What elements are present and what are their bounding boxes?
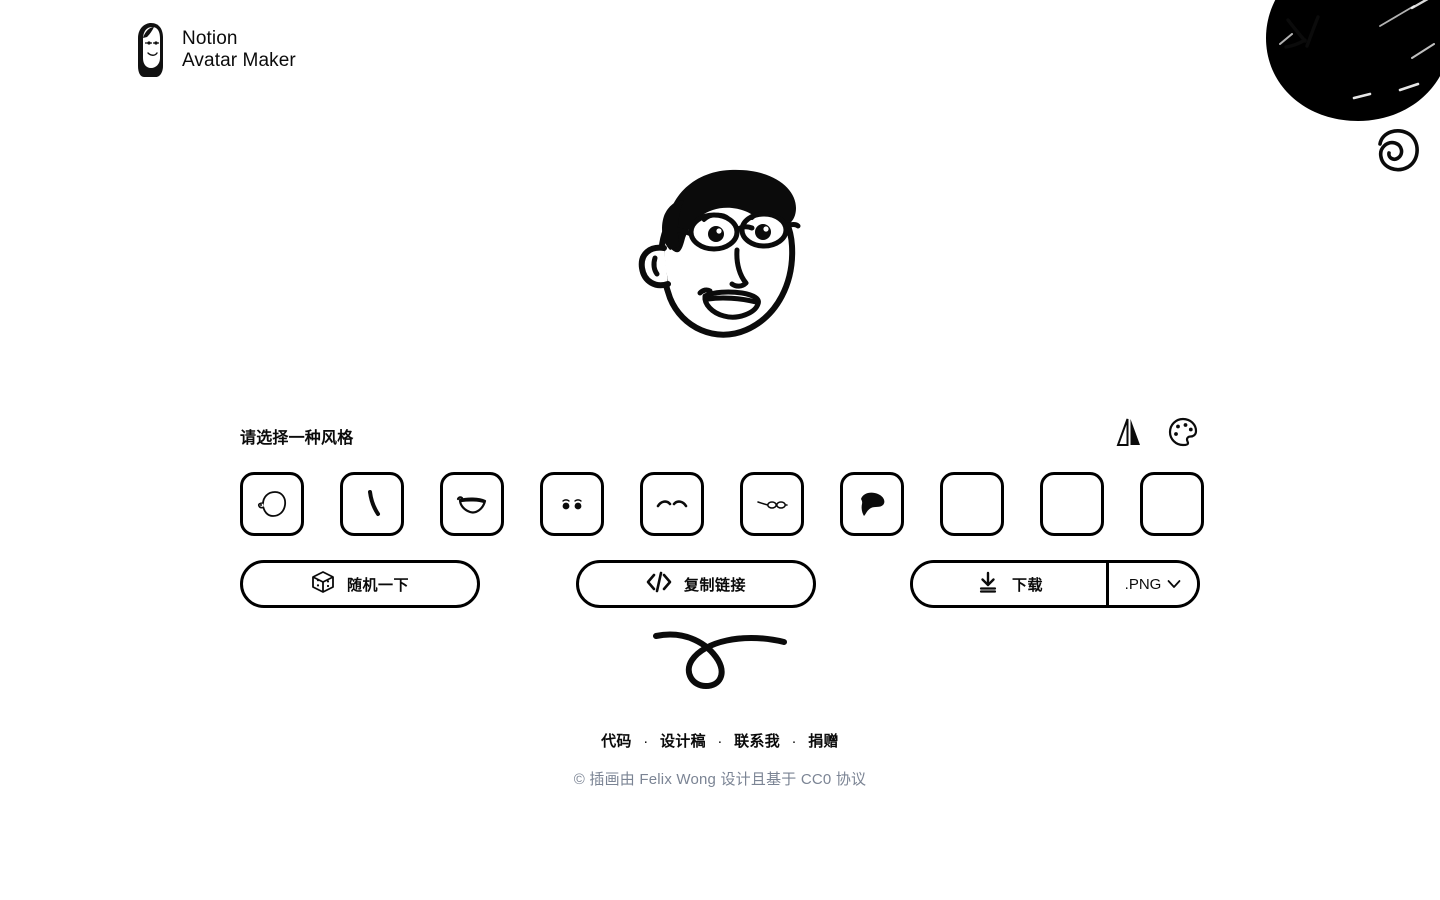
copy-link-label: 复制链接 xyxy=(683,576,746,594)
footer-copyright: © 插画由 Felix Wong 设计且基于 CC0 协议 xyxy=(573,771,867,788)
style-chip-details[interactable] xyxy=(1140,472,1204,536)
style-chip-eyebrows[interactable] xyxy=(640,472,704,536)
code-icon xyxy=(646,571,672,597)
palette-button[interactable] xyxy=(1166,416,1200,450)
download-icon xyxy=(976,570,1000,598)
copy-link-button[interactable]: 复制链接 xyxy=(576,560,816,608)
footer-separator: · xyxy=(791,733,797,750)
style-chip-eyes[interactable] xyxy=(540,472,604,536)
brand-text: Notion Avatar Maker xyxy=(182,28,296,73)
footer-separator: · xyxy=(717,733,723,750)
dice-icon xyxy=(311,570,335,598)
palette-icon xyxy=(1168,417,1198,450)
panel-tools xyxy=(1112,416,1200,450)
chevron-down-icon xyxy=(1167,576,1181,593)
footer-links: 代码 · 设计稿 · 联系我 · 捐赠 xyxy=(0,730,1440,751)
eyes-icon xyxy=(555,487,589,521)
glasses-icon xyxy=(755,487,789,521)
footer-link-code[interactable]: 代码 xyxy=(601,733,632,750)
action-bar: 随机一下 复制链接 下载 .PNG xyxy=(240,560,1200,608)
brand-line-1: Notion xyxy=(182,27,238,49)
style-chip-hair[interactable] xyxy=(840,472,904,536)
nose-icon xyxy=(355,487,389,521)
randomize-button[interactable]: 随机一下 xyxy=(240,560,480,608)
face-icon xyxy=(255,487,289,521)
notion-avatar-logo-icon xyxy=(132,22,168,78)
download-group: 下载 .PNG xyxy=(910,560,1200,608)
style-chip-row xyxy=(240,472,1204,536)
hair-icon xyxy=(855,487,889,521)
download-button[interactable]: 下载 xyxy=(913,563,1109,605)
download-label: 下载 xyxy=(1011,576,1043,594)
randomize-label: 随机一下 xyxy=(346,576,409,594)
footer-link-design[interactable]: 设计稿 xyxy=(660,733,706,750)
style-chip-glasses[interactable] xyxy=(740,472,804,536)
footer-link-donate[interactable]: 捐赠 xyxy=(808,733,839,750)
flip-icon xyxy=(1116,417,1142,450)
app-root: Notion Avatar Maker 请选择一种风格 随机一下 复制链接 下载… xyxy=(0,0,1440,900)
eyebrows-icon xyxy=(655,487,689,521)
style-chip-nose[interactable] xyxy=(340,472,404,536)
style-chip-mouth[interactable] xyxy=(440,472,504,536)
style-panel: 请选择一种风格 随机一下 复制链接 下载 .PNG xyxy=(240,416,1204,608)
format-value: .PNG xyxy=(1124,575,1162,593)
style-chip-face[interactable] xyxy=(240,472,304,536)
format-select[interactable]: .PNG xyxy=(1109,563,1197,605)
style-panel-header: 请选择一种风格 xyxy=(240,416,1200,454)
style-chip-beard[interactable] xyxy=(940,472,1004,536)
flip-button[interactable] xyxy=(1112,416,1146,450)
ink-blob-decoration xyxy=(1262,0,1440,128)
loop-flourish-decoration xyxy=(650,618,790,699)
style-chip-accessory[interactable] xyxy=(1040,472,1104,536)
footer-separator: · xyxy=(643,733,649,750)
avatar-preview xyxy=(0,150,1440,370)
brand-line-2: Avatar Maker xyxy=(182,50,296,71)
tick-marks-decoration xyxy=(1284,14,1332,65)
footer-link-contact[interactable]: 联系我 xyxy=(734,733,780,750)
brand[interactable]: Notion Avatar Maker xyxy=(132,22,296,78)
mouth-icon xyxy=(455,487,489,521)
footer: 代码 · 设计稿 · 联系我 · 捐赠 © 插画由 Felix Wong 设计且… xyxy=(0,730,1440,789)
page-title: 请选择一种风格 xyxy=(240,430,354,447)
